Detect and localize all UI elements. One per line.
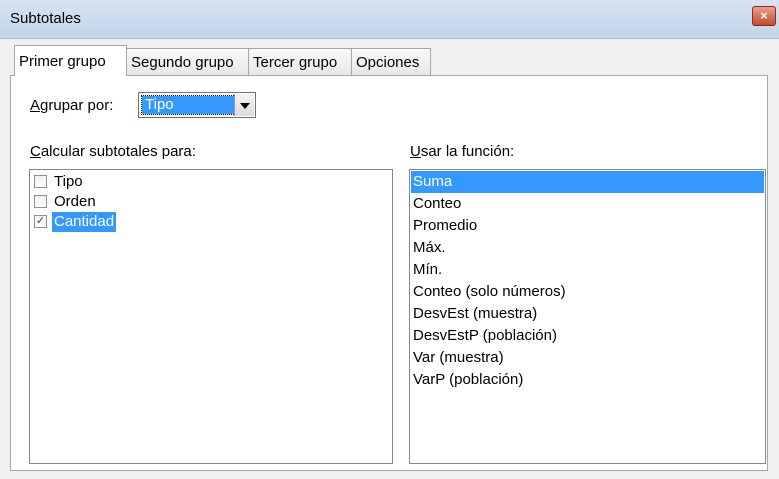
tab-opciones[interactable]: Opciones (351, 48, 431, 75)
list-item[interactable]: Conteo (411, 193, 461, 215)
list-item[interactable]: Promedio (411, 215, 477, 237)
list-item[interactable]: DesvEst (muestra) (411, 303, 537, 325)
group-by-value: Tipo (141, 95, 236, 115)
group-by-select[interactable]: Tipo (138, 92, 256, 118)
checkbox-checked[interactable]: ✓ (34, 215, 47, 228)
tab-tercer-grupo[interactable]: Tercer grupo (248, 48, 352, 75)
calc-subtotals-label: Calcular subtotales para: (30, 143, 196, 160)
chevron-down-icon[interactable] (234, 94, 254, 116)
checkmark-icon: ✓ (35, 215, 46, 227)
tab-label: Opciones (356, 54, 420, 71)
tab-primer-grupo[interactable]: Primer grupo (14, 45, 127, 76)
tab-segundo-grupo[interactable]: Segundo grupo (126, 48, 249, 75)
close-icon: × (760, 8, 768, 23)
group-by-label: Agrupar por: (30, 97, 114, 114)
use-function-label: Usar la función: (410, 143, 515, 160)
list-item[interactable]: Máx. (411, 237, 446, 259)
tab-label: Tercer grupo (253, 54, 338, 71)
list-item[interactable]: DesvEstP (población) (411, 325, 557, 347)
calc-subtotals-list[interactable]: Tipo Orden ✓ Cantidad (29, 169, 393, 464)
list-item[interactable]: Suma (411, 171, 764, 193)
list-item[interactable]: VarP (población) (411, 369, 523, 391)
tab-label: Primer grupo (19, 53, 106, 70)
close-button[interactable]: × (752, 6, 776, 26)
window-title: Subtotales (10, 10, 81, 27)
list-item[interactable]: Conteo (solo números) (411, 281, 566, 303)
checkbox[interactable] (34, 175, 47, 188)
function-list[interactable]: Suma Conteo Promedio Máx. Mín. Conteo (s… (409, 169, 766, 464)
checkbox[interactable] (34, 195, 47, 208)
title-bar: Subtotales × (0, 0, 779, 39)
list-item[interactable]: Mín. (411, 259, 442, 281)
tab-label: Segundo grupo (131, 54, 234, 71)
list-item[interactable]: Var (muestra) (411, 347, 504, 369)
